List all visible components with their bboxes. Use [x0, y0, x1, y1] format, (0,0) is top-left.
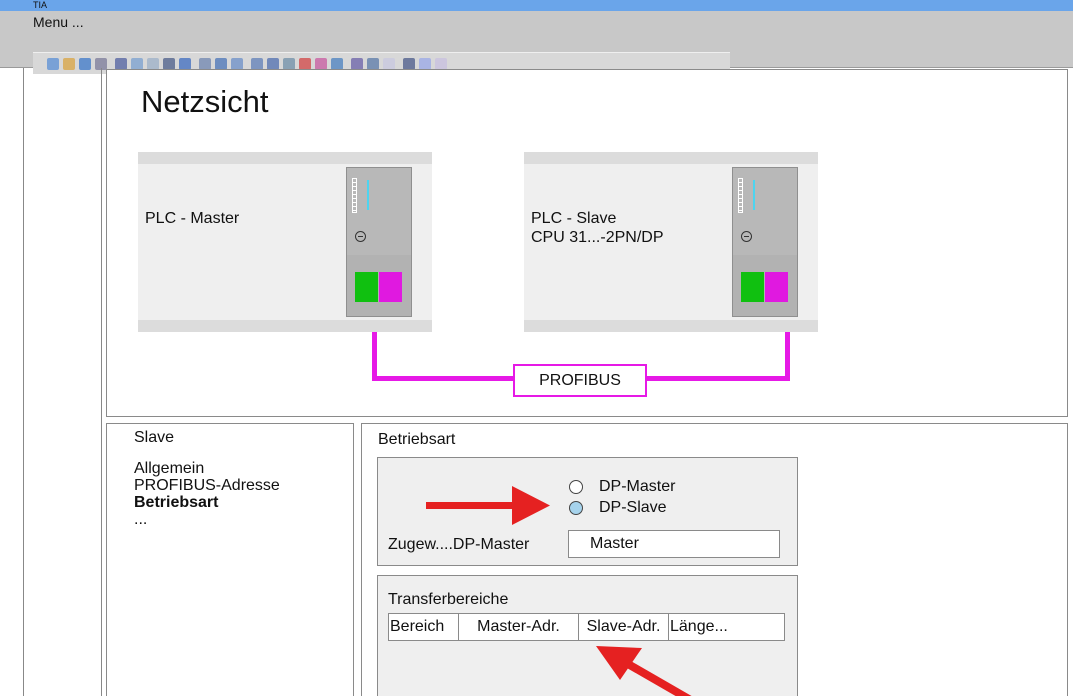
split-icon[interactable] [419, 57, 431, 70]
save-icon[interactable] [79, 57, 91, 70]
compare-icon[interactable] [367, 57, 379, 70]
profibus-port-icon[interactable] [379, 272, 402, 302]
plc-master-name: PLC - Master [145, 210, 240, 227]
operating-mode-title: Betriebsart [378, 431, 456, 448]
download-icon[interactable] [231, 57, 243, 70]
menu-bar: Menu ... [0, 11, 1073, 74]
upload-icon[interactable] [251, 57, 263, 70]
new-icon[interactable] [47, 57, 59, 70]
assigned-master-field[interactable]: Master [568, 530, 780, 558]
nav-item-profibus-address[interactable]: PROFIBUS-Adresse [134, 477, 280, 494]
cut-icon[interactable] [115, 57, 127, 70]
nav-item-general[interactable]: Allgemein [134, 460, 280, 477]
plc-slave-name: PLC - Slave CPU 31...-2PN/DP [531, 210, 664, 246]
left-frame-border [23, 68, 24, 696]
ethernet-port-icon[interactable] [355, 272, 378, 302]
plc-slave-cpu-module[interactable] [732, 167, 798, 317]
window-icon[interactable] [435, 57, 447, 70]
nav-item-operating-mode[interactable]: Betriebsart [134, 494, 280, 511]
slave-property-nav: Allgemein PROFIBUS-Adresse Betriebsart .… [134, 460, 280, 528]
slave-panel-title: Slave [134, 429, 175, 446]
menu-item[interactable]: Menu ... [33, 14, 84, 30]
column-header-length[interactable]: Länge... [669, 614, 784, 640]
ethernet-port-icon[interactable] [741, 272, 764, 302]
network-view-panel: Netzsicht PLC - Master PLC - Slave CPU 3… [106, 69, 1068, 417]
status-led-icon [738, 178, 743, 213]
mode-switch-icon [355, 231, 366, 242]
profibus-line[interactable] [372, 376, 515, 381]
profibus-label[interactable]: PROFIBUS [513, 364, 647, 397]
column-header-area[interactable]: Bereich [389, 614, 459, 640]
transfer-areas-group: Transferbereiche Bereich Master-Adr. Sla… [377, 575, 798, 696]
title-bar: TIA [0, 0, 1073, 11]
transfer-areas-table-header: Bereich Master-Adr. Slave-Adr. Länge... [388, 613, 785, 641]
status-bar-icon [753, 180, 755, 210]
radio-dp-slave[interactable]: DP-Slave [569, 499, 667, 517]
station-header-stripe [138, 152, 432, 164]
status-led-icon [352, 178, 357, 213]
plc-slave-station[interactable]: PLC - Slave CPU 31...-2PN/DP [524, 152, 818, 332]
transfer-areas-title: Transferbereiche [388, 591, 509, 608]
run-icon[interactable] [331, 57, 343, 70]
nav-item-more[interactable]: ... [134, 511, 280, 528]
profibus-line[interactable] [645, 376, 790, 381]
network-view-title: Netzsicht [141, 84, 269, 119]
redo-icon[interactable] [199, 57, 211, 70]
profibus-line[interactable] [372, 332, 377, 381]
undo-icon[interactable] [179, 57, 191, 70]
profibus-port-icon[interactable] [765, 272, 788, 302]
open-icon[interactable] [63, 57, 75, 70]
column-header-slave-address[interactable]: Slave-Adr. [579, 614, 669, 640]
monitor-icon[interactable] [299, 57, 311, 70]
paste-icon[interactable] [147, 57, 159, 70]
stop-icon[interactable] [315, 57, 327, 70]
copy-icon[interactable] [131, 57, 143, 70]
profibus-line[interactable] [785, 332, 790, 381]
plc-master-cpu-module[interactable] [346, 167, 412, 317]
online-icon[interactable] [267, 57, 279, 70]
offline-icon[interactable] [283, 57, 295, 70]
plc-master-station[interactable]: PLC - Master [138, 152, 432, 332]
window-title: TIA [33, 0, 48, 10]
station-header-stripe [524, 152, 818, 164]
slave-properties-panel: Slave Allgemein PROFIBUS-Adresse Betrieb… [106, 423, 354, 696]
operating-mode-panel: Betriebsart DP-Master DP-Slave Zugew....… [361, 423, 1068, 696]
assigned-master-label: Zugew....DP-Master [388, 536, 530, 553]
delete-icon[interactable] [163, 57, 175, 70]
status-bar-icon [367, 180, 369, 210]
mode-switch-icon [741, 231, 752, 242]
app-window: TIA Menu ... Netzsicht PLC - Master PLC … [0, 0, 1073, 696]
radio-button-icon[interactable] [569, 501, 583, 515]
radio-dp-master[interactable]: DP-Master [569, 478, 675, 496]
left-frame-border [101, 68, 102, 696]
annotation-arrow-icon [426, 486, 550, 525]
radio-dp-slave-label: DP-Slave [599, 499, 667, 516]
station-footer-stripe [524, 320, 818, 332]
radio-dp-master-label: DP-Master [599, 478, 676, 495]
radio-button-icon[interactable] [569, 480, 583, 494]
chart-icon[interactable] [351, 57, 363, 70]
station-footer-stripe [138, 320, 432, 332]
diagnose-icon[interactable] [383, 57, 395, 70]
compile-icon[interactable] [215, 57, 227, 70]
close-icon[interactable] [403, 57, 415, 70]
annotation-arrow-icon [596, 646, 692, 696]
column-header-master-address[interactable]: Master-Adr. [459, 614, 579, 640]
